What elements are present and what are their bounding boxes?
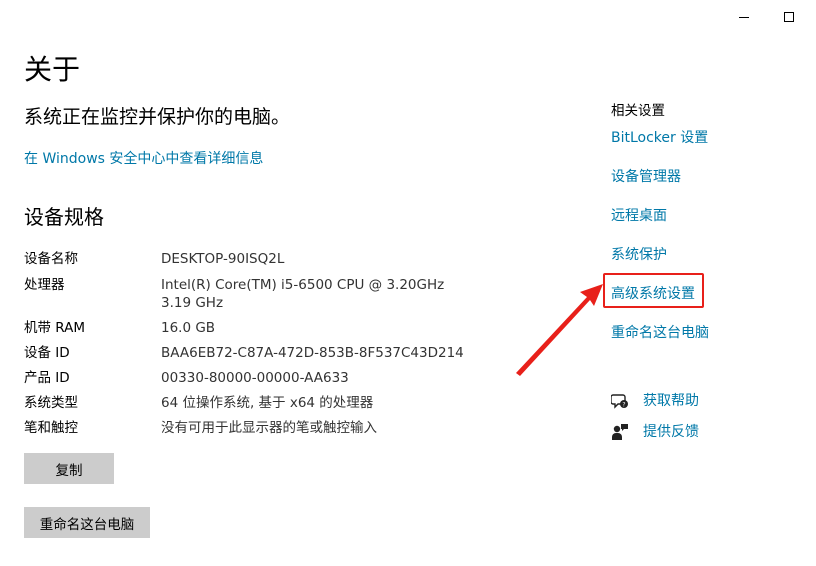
spec-label: 机带 RAM (24, 320, 86, 336)
spec-label: 笔和触控 (24, 420, 78, 436)
copy-button[interactable]: 复制 (24, 453, 114, 484)
spec-value: BAA6EB72-C87A-472D-853B-8F537C43D214 (161, 345, 464, 361)
chat-help-icon: ? (611, 394, 628, 409)
highlight-annotation-box (603, 273, 704, 308)
feedback-person-icon (612, 424, 628, 440)
remote-desktop-link[interactable]: 远程桌面 (611, 206, 667, 226)
bitlocker-settings-link[interactable]: BitLocker 设置 (611, 128, 708, 148)
get-help-row[interactable]: ? 获取帮助 (611, 390, 791, 412)
protection-status-text: 系统正在监控并保护你的电脑。 (24, 106, 291, 128)
spec-label: 系统类型 (24, 395, 78, 411)
svg-text:?: ? (622, 402, 625, 409)
feedback-row[interactable]: 提供反馈 (611, 421, 791, 443)
get-help-link[interactable]: 获取帮助 (643, 390, 699, 412)
spec-label: 设备 ID (24, 345, 70, 361)
spec-value: 00330-80000-00000-AA633 (161, 370, 349, 386)
spec-value: DESKTOP-90ISQ2L (161, 251, 285, 267)
maximize-icon (784, 12, 794, 22)
rename-pc-link[interactable]: 重命名这台电脑 (611, 323, 709, 343)
security-center-link[interactable]: 在 Windows 安全中心中查看详细信息 (24, 148, 263, 170)
spec-label: 处理器 (24, 277, 65, 293)
spec-label: 设备名称 (24, 251, 78, 267)
spec-value: Intel(R) Core(TM) i5-6500 CPU @ 3.20GHz … (161, 277, 445, 311)
minimize-icon (739, 17, 749, 18)
rename-pc-button[interactable]: 重命名这台电脑 (24, 507, 150, 538)
system-protection-link[interactable]: 系统保护 (611, 245, 667, 265)
window-controls (716, 4, 816, 30)
feedback-link[interactable]: 提供反馈 (643, 421, 699, 443)
maximize-button[interactable] (770, 4, 810, 30)
red-arrow-annotation (516, 284, 603, 376)
spec-value: 64 位操作系统, 基于 x64 的处理器 (161, 395, 374, 411)
spec-value: 没有可用于此显示器的笔或触控输入 (161, 420, 377, 436)
page-title: 关于 (24, 53, 81, 86)
spec-value: 16.0 GB (161, 320, 216, 336)
spec-label: 产品 ID (24, 370, 70, 386)
related-settings-heading: 相关设置 (611, 103, 665, 119)
minimize-button[interactable] (724, 4, 764, 30)
device-manager-link[interactable]: 设备管理器 (611, 167, 681, 187)
device-specs-heading: 设备规格 (24, 205, 104, 229)
